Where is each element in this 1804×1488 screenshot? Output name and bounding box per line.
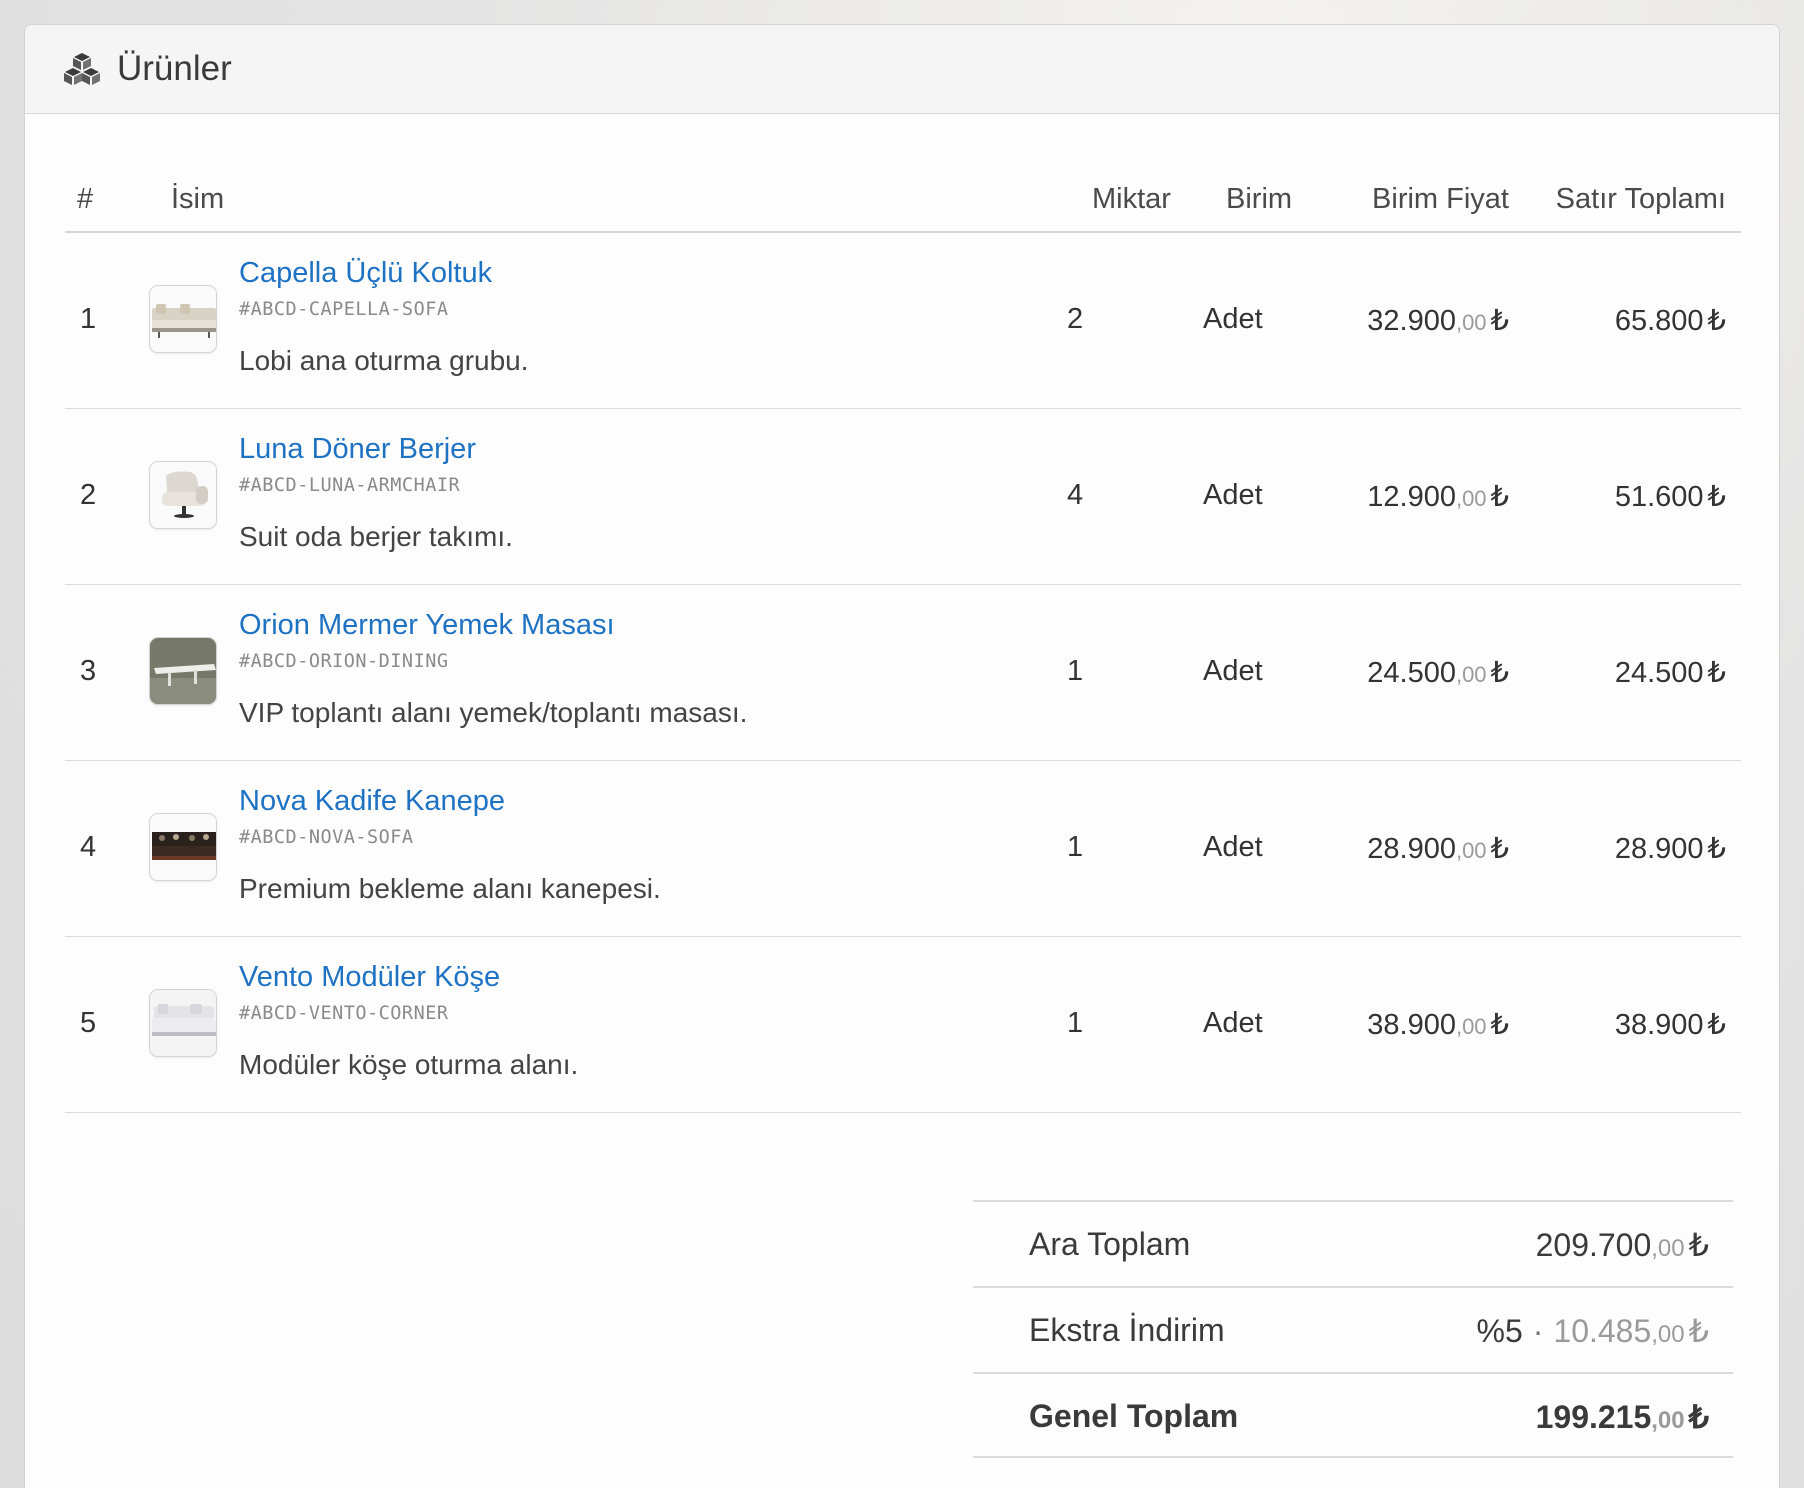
product-description: Suit oda berjer takımı. xyxy=(239,521,513,552)
product-description: Lobi ana oturma grubu. xyxy=(239,345,529,376)
unit-value: Adet xyxy=(1203,655,1263,687)
discount-label: Ekstra İndirim xyxy=(1029,1312,1225,1348)
products-card: Ürünler # İsim Miktar Birim Birim Fiyat … xyxy=(24,24,1780,1488)
quantity-value: 2 xyxy=(1067,303,1084,335)
product-name-link[interactable]: Luna Döner Berjer xyxy=(239,433,476,466)
col-unit-header: Birim xyxy=(1226,183,1293,215)
product-sku: #ABCD-NOVA-SOFA xyxy=(239,827,414,848)
product-sku: #ABCD-LUNA-ARMCHAIR xyxy=(239,475,461,496)
line-total: 51.600 ₺ xyxy=(1614,481,1726,513)
line-total: 28.900 ₺ xyxy=(1614,833,1726,865)
products-table: # İsim Miktar Birim Birim Fiyat Satır To… xyxy=(65,149,1741,1113)
product-thumbnail-corner-sofa[interactable] xyxy=(149,989,217,1057)
quantity-value: 1 xyxy=(1067,1007,1084,1039)
table-row: 3 Orion Mermer Yemek Masası #ABCD-ORION-… xyxy=(65,585,1741,761)
discount-row: Ekstra İndirim %5 · 10.485,00 ₺ xyxy=(973,1286,1733,1372)
unit-value: Adet xyxy=(1203,303,1263,335)
row-number: 5 xyxy=(80,1007,97,1039)
product-description: VIP toplantı alanı yemek/toplantı masası… xyxy=(239,697,748,728)
subtotal-label: Ara Toplam xyxy=(1029,1226,1191,1262)
product-name-link[interactable]: Capella Üçlü Koltuk xyxy=(239,257,492,290)
col-name-header: İsim xyxy=(171,183,225,215)
row-number: 3 xyxy=(80,655,97,687)
table-row: 2 Luna Döner Berjer #ABCD-LUNA-ARMCHAIR … xyxy=(65,409,1741,585)
table-header: # İsim Miktar Birim Birim Fiyat Satır To… xyxy=(65,149,1741,233)
table-row: 4 Nova Kadife Kanepe #ABCD-NOVA-SOFA Pre… xyxy=(65,761,1741,937)
product-description: Modüler köşe oturma alanı. xyxy=(239,1049,579,1080)
table-row: 1 Capella Üçlü Koltuk #ABCD-CAPELLA-SOFA… xyxy=(65,233,1741,409)
product-sku: #ABCD-VENTO-CORNER xyxy=(239,1003,449,1024)
col-quantity-header: Miktar xyxy=(1092,183,1171,215)
unit-price: 32.900,00 ₺ xyxy=(1367,305,1509,337)
col-line-total-header: Satır Toplamı xyxy=(1555,183,1726,215)
card-header: Ürünler xyxy=(25,25,1779,114)
card-title: Ürünler xyxy=(117,49,232,88)
unit-price: 38.900,00 ₺ xyxy=(1367,1009,1509,1041)
quantity-value: 1 xyxy=(1067,655,1084,687)
product-thumbnail-armchair[interactable] xyxy=(149,461,217,529)
row-number: 4 xyxy=(80,831,97,863)
table-row: 5 Vento Modüler Köşe #ABCD-VENTO-CORNER … xyxy=(65,937,1741,1113)
product-name-link[interactable]: Vento Modüler Köşe xyxy=(239,961,500,994)
subtotal-value: 209.700,00 ₺ xyxy=(1535,1227,1709,1263)
product-sku: #ABCD-CAPELLA-SOFA xyxy=(239,299,449,320)
product-name-link[interactable]: Orion Mermer Yemek Masası xyxy=(239,609,615,642)
cubes-icon xyxy=(63,50,101,88)
line-total: 38.900 ₺ xyxy=(1614,1009,1726,1041)
unit-value: Adet xyxy=(1203,1007,1263,1039)
discount-value: %5 · 10.485,00 ₺ xyxy=(1476,1313,1709,1349)
product-thumbnail-sofa[interactable] xyxy=(149,285,217,353)
line-total: 24.500 ₺ xyxy=(1614,657,1726,689)
col-number-header: # xyxy=(77,183,94,215)
row-number: 1 xyxy=(80,303,97,335)
subtotal-row: Ara Toplam 209.700,00 ₺ xyxy=(973,1200,1733,1286)
product-thumbnail-velvet-sofa[interactable] xyxy=(149,813,217,881)
totals-summary: Ara Toplam 209.700,00 ₺ Ekstra İndirim %5… xyxy=(973,1200,1733,1458)
product-thumbnail-table[interactable] xyxy=(149,637,217,705)
grand-total-row: Genel Toplam 199.215,00 ₺ xyxy=(973,1372,1733,1458)
quantity-value: 4 xyxy=(1067,479,1084,511)
unit-value: Adet xyxy=(1203,831,1263,863)
col-unit-price-header: Birim Fiyat xyxy=(1372,183,1509,215)
line-total: 65.800 ₺ xyxy=(1614,305,1726,337)
product-description: Premium bekleme alanı kanepesi. xyxy=(239,873,661,904)
discount-rate: %5 xyxy=(1476,1313,1523,1349)
quantity-value: 1 xyxy=(1067,831,1084,863)
unit-price: 12.900,00 ₺ xyxy=(1367,481,1509,513)
product-sku: #ABCD-ORION-DINING xyxy=(239,651,449,672)
grand-total-label: Genel Toplam xyxy=(1029,1398,1239,1434)
unit-value: Adet xyxy=(1203,479,1263,511)
row-number: 2 xyxy=(80,479,97,511)
grand-total-value: 199.215,00 ₺ xyxy=(1535,1399,1709,1435)
unit-price: 24.500,00 ₺ xyxy=(1367,657,1509,689)
product-name-link[interactable]: Nova Kadife Kanepe xyxy=(239,785,505,818)
unit-price: 28.900,00 ₺ xyxy=(1367,833,1509,865)
